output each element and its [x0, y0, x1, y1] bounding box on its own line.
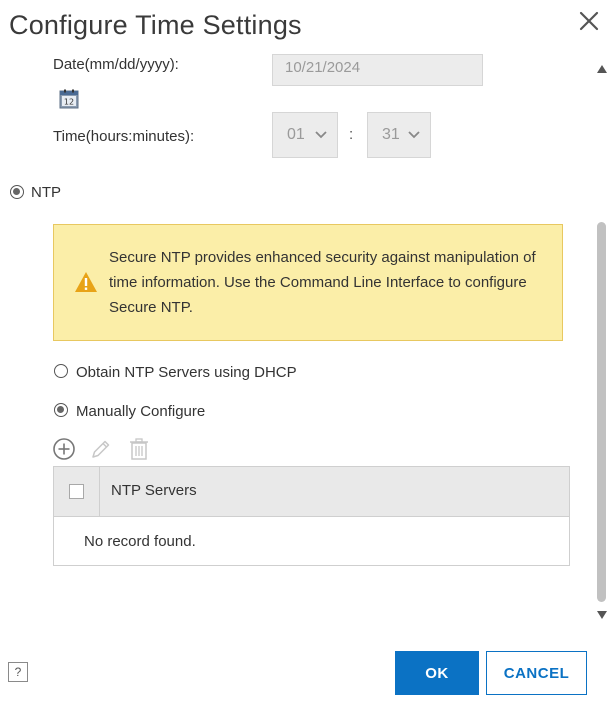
chevron-down-icon [315, 131, 327, 139]
no-record-message: No record found. [84, 533, 196, 550]
ntp-servers-table: NTP Servers No record found. [53, 466, 570, 566]
edit-icon[interactable] [89, 437, 113, 461]
manually-configure-label: Manually Configure [76, 403, 206, 420]
help-button[interactable]: ? [8, 662, 28, 682]
ntp-radio-label: NTP [31, 184, 61, 201]
hours-select[interactable]: 01 [272, 112, 338, 158]
scroll-up-icon[interactable] [596, 64, 608, 74]
minutes-value: 31 [382, 126, 400, 143]
table-header: NTP Servers [54, 467, 569, 517]
minutes-select[interactable]: 31 [367, 112, 431, 158]
chevron-down-icon [408, 131, 420, 139]
manually-configure-radio[interactable] [54, 403, 68, 417]
scrollbar-thumb[interactable] [597, 222, 606, 602]
secure-ntp-warning: Secure NTP provides enhanced security ag… [53, 224, 563, 341]
date-label: Date(mm/dd/yyyy): [53, 56, 179, 73]
time-separator: : [349, 126, 354, 143]
select-all-cell [54, 467, 100, 516]
cancel-button[interactable]: CANCEL [486, 651, 587, 695]
add-icon[interactable] [52, 437, 76, 461]
configure-time-dialog: Configure Time Settings Date(mm/dd/yyyy)… [0, 0, 611, 704]
ntp-servers-column-header[interactable]: NTP Servers [111, 482, 197, 499]
hours-value: 01 [287, 126, 305, 143]
close-icon[interactable] [576, 8, 602, 34]
scroll-down-icon[interactable] [596, 610, 608, 620]
delete-icon[interactable] [127, 437, 151, 461]
date-input[interactable]: 10/21/2024 [272, 54, 483, 86]
warning-text: Secure NTP provides enhanced security ag… [109, 249, 536, 316]
ntp-radio[interactable] [10, 185, 24, 199]
dialog-content: Date(mm/dd/yyyy): 10/21/2024 12 Time(hou… [0, 52, 594, 627]
obtain-dhcp-label: Obtain NTP Servers using DHCP [76, 364, 297, 381]
calendar-icon-text: 12 [64, 98, 74, 107]
warning-icon [75, 272, 97, 292]
calendar-icon[interactable]: 12 [59, 89, 79, 109]
ok-button[interactable]: OK [395, 651, 479, 695]
dialog-title: Configure Time Settings [9, 10, 302, 40]
time-label: Time(hours:minutes): [53, 128, 195, 145]
select-all-checkbox[interactable] [69, 484, 84, 499]
obtain-dhcp-radio[interactable] [54, 364, 68, 378]
